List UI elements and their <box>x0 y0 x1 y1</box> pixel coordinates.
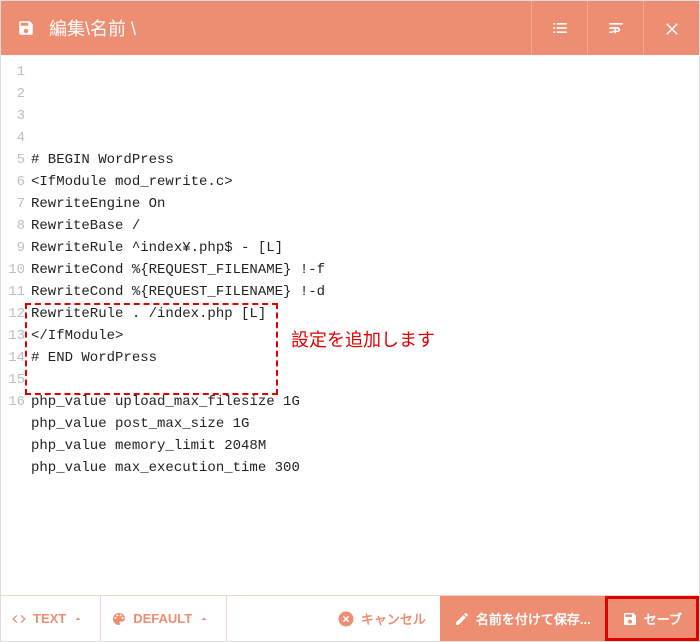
save-as-button[interactable]: 名前を付けて保存... <box>440 596 605 641</box>
code-line[interactable]: <IfModule mod_rewrite.c> <box>31 171 699 193</box>
code-line[interactable]: RewriteCond %{REQUEST_FILENAME} !-f <box>31 259 699 281</box>
editor-area[interactable]: 12345678910111213141516 設定を追加します # BEGIN… <box>1 55 699 595</box>
code-line[interactable]: php_value post_max_size 1G <box>31 413 699 435</box>
cancel-label: キャンセル <box>361 609 426 628</box>
wrap-icon <box>606 18 626 38</box>
code-line[interactable]: php_value memory_limit 2048M <box>31 435 699 457</box>
save-highlight: セーブ <box>605 596 699 641</box>
code-line[interactable]: RewriteRule ^index¥.php$ - [L] <box>31 237 699 259</box>
header: 編集\名前 \ <box>1 1 699 55</box>
cancel-icon <box>337 610 355 628</box>
footer-spacer <box>227 596 323 641</box>
line-number: 15 <box>1 369 25 391</box>
code-icon <box>11 611 27 627</box>
footer: TEXT DEFAULT キャンセル 名前を付けて保存... <box>1 595 699 641</box>
theme-button[interactable]: DEFAULT <box>101 596 227 641</box>
code-line[interactable]: RewriteEngine On <box>31 193 699 215</box>
save-icon <box>622 611 638 627</box>
line-number: 3 <box>1 105 25 127</box>
code-line[interactable]: RewriteCond %{REQUEST_FILENAME} !-d <box>31 281 699 303</box>
chevron-up-icon <box>72 613 84 625</box>
theme-label: DEFAULT <box>133 611 192 626</box>
save-button[interactable]: セーブ <box>608 599 696 638</box>
code-line[interactable]: php_value upload_max_filesize 1G <box>31 391 699 413</box>
editor-window: 編集\名前 \ 12345678910111213141516 設定を追加します… <box>0 0 700 642</box>
save-label: セーブ <box>644 609 682 628</box>
line-number: 6 <box>1 171 25 193</box>
text-mode-label: TEXT <box>33 611 66 626</box>
list-button[interactable] <box>531 1 587 55</box>
pencil-icon <box>454 611 470 627</box>
close-button[interactable] <box>643 1 699 55</box>
code-line[interactable]: RewriteBase / <box>31 215 699 237</box>
line-number: 9 <box>1 237 25 259</box>
line-number: 2 <box>1 83 25 105</box>
line-number: 11 <box>1 281 25 303</box>
line-number: 7 <box>1 193 25 215</box>
code-line[interactable] <box>31 369 699 391</box>
code-content[interactable]: 設定を追加します # BEGIN WordPress<IfModule mod_… <box>31 61 699 501</box>
line-number: 4 <box>1 127 25 149</box>
line-gutter: 12345678910111213141516 <box>1 61 31 413</box>
save-as-label: 名前を付けて保存... <box>476 609 591 628</box>
close-icon <box>663 19 681 37</box>
line-number: 1 <box>1 61 25 83</box>
line-number: 8 <box>1 215 25 237</box>
wrap-button[interactable] <box>587 1 643 55</box>
save-icon <box>17 19 35 37</box>
line-number: 14 <box>1 347 25 369</box>
line-number: 16 <box>1 391 25 413</box>
window-title: 編集\名前 \ <box>49 15 531 41</box>
list-icon <box>550 18 570 38</box>
line-number: 13 <box>1 325 25 347</box>
code-line[interactable]: RewriteRule . /index.php [L] <box>31 303 699 325</box>
line-number: 10 <box>1 259 25 281</box>
line-number: 12 <box>1 303 25 325</box>
code-line[interactable] <box>31 479 699 501</box>
cancel-button[interactable]: キャンセル <box>323 596 440 641</box>
annotation-text: 設定を追加します <box>291 329 435 351</box>
line-number: 5 <box>1 149 25 171</box>
chevron-up-icon <box>198 613 210 625</box>
text-mode-button[interactable]: TEXT <box>1 596 101 641</box>
code-line[interactable]: # BEGIN WordPress <box>31 149 699 171</box>
code-line[interactable]: php_value max_execution_time 300 <box>31 457 699 479</box>
palette-icon <box>111 611 127 627</box>
